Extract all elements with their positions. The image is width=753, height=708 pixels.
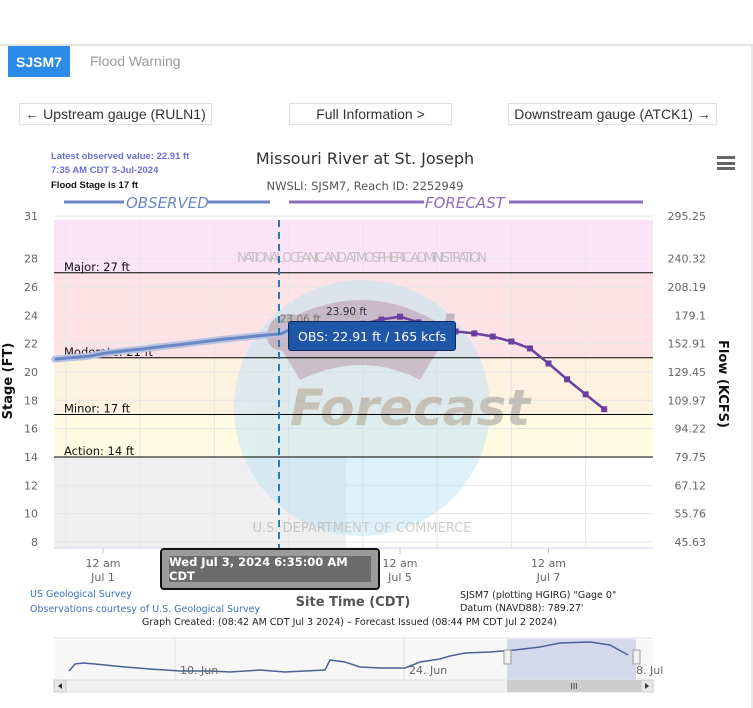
- legend: OBSERVED FORECAST: [64, 194, 643, 212]
- y-axis-title: Stage (FT): [1, 343, 16, 420]
- watermark-ring-top: NATIONAL OCEANIC AND ATMOSPHERIC ADMINIS…: [237, 251, 487, 266]
- forecast-point: [564, 376, 571, 383]
- observed-tooltip: OBS: 22.91 ft / 165 kcfs: [288, 321, 457, 351]
- y-tick-label: 22: [24, 338, 38, 351]
- forecast-point: [508, 338, 515, 345]
- y-tick-label: 28: [24, 253, 38, 266]
- y2-tick-label: 79.75: [675, 451, 707, 464]
- watermark-forecast: Forecast: [290, 379, 532, 437]
- y-tick-label: 24: [24, 309, 38, 322]
- y2-tick-label: 109.97: [668, 394, 707, 407]
- legend-observed-label: OBSERVED: [126, 194, 209, 212]
- y-tick-label: 16: [24, 423, 38, 436]
- y2-tick-label: 94.22: [675, 423, 707, 436]
- forecast-point: [526, 345, 533, 352]
- x-tick-label: Jul 5: [387, 571, 412, 584]
- crosshair-label: Wed Jul 3, 2024 6:35:00 AM CDT: [169, 555, 371, 583]
- x-axis-title: Site Time (CDT): [296, 595, 411, 610]
- datum-line2: Datum (NAVD88): 789.27': [460, 603, 584, 614]
- y2-tick-label: 208.19: [668, 281, 707, 294]
- forecast-point: [397, 313, 403, 320]
- y-tick-label: 31: [24, 210, 38, 223]
- datum-line1: SJSM7 (plotting HGIRG) "Gage 0": [460, 590, 617, 601]
- x-tick-label: 12 am: [86, 557, 121, 570]
- legend-forecast-label: FORECAST: [425, 194, 507, 212]
- flood-label-major: Major: 27 ft: [64, 260, 130, 274]
- y2-tick-label: 240.32: [668, 253, 707, 266]
- y-tick-label: 26: [24, 281, 38, 294]
- y2-tick-label: 295.25: [668, 210, 707, 223]
- forecast-point: [601, 406, 608, 413]
- y2-tick-label: 45.63: [675, 536, 707, 549]
- y-tick-label: 12: [24, 479, 38, 492]
- forecast-point: [545, 360, 552, 367]
- watermark-ring-bottom: U.S. DEPARTMENT OF COMMERCE: [252, 521, 471, 536]
- y-tick-label: 18: [24, 394, 38, 407]
- x-tick-label: 12 am: [531, 557, 566, 570]
- y2-tick-label: 129.45: [668, 366, 707, 379]
- y-tick-label: 10: [24, 508, 38, 521]
- forecast-point: [471, 330, 478, 337]
- flood-label-action: Action: 14 ft: [64, 444, 135, 458]
- source-observations-link[interactable]: Observations courtesy of U.S. Geological…: [30, 604, 260, 615]
- y-tick-label: 8: [31, 536, 38, 549]
- hydrograph-chart: OBSERVED FORECAST Official Forecast NATI…: [1, 194, 730, 610]
- crosshair-label-box: Wed Jul 3, 2024 6:35:00 AM CDT: [160, 548, 380, 590]
- graph-created-text: Graph Created: (08:42 AM CDT Jul 3 2024)…: [142, 617, 557, 628]
- y2-tick-label: 55.76: [675, 508, 707, 521]
- forecast-point: [489, 333, 496, 340]
- y2-tick-label: 67.12: [675, 479, 707, 492]
- y-tick-label: 14: [24, 451, 38, 464]
- source-usgs-link[interactable]: US Geological Survey: [30, 589, 132, 600]
- x-tick-label: Jul 1: [90, 571, 115, 584]
- y2-axis-title: Flow (KCFS): [715, 340, 730, 428]
- y2-tick-label: 179.1: [675, 309, 707, 322]
- flood-label-minor: Minor: 17 ft: [64, 401, 131, 415]
- x-tick-label: 12 am: [383, 557, 418, 570]
- forecast-point: [582, 391, 589, 398]
- y-tick-label: 20: [24, 366, 38, 379]
- x-tick-label: Jul 7: [536, 571, 561, 584]
- forecast-peak-label: 23.90 ft: [326, 306, 367, 318]
- y2-tick-label: 152.91: [668, 338, 707, 351]
